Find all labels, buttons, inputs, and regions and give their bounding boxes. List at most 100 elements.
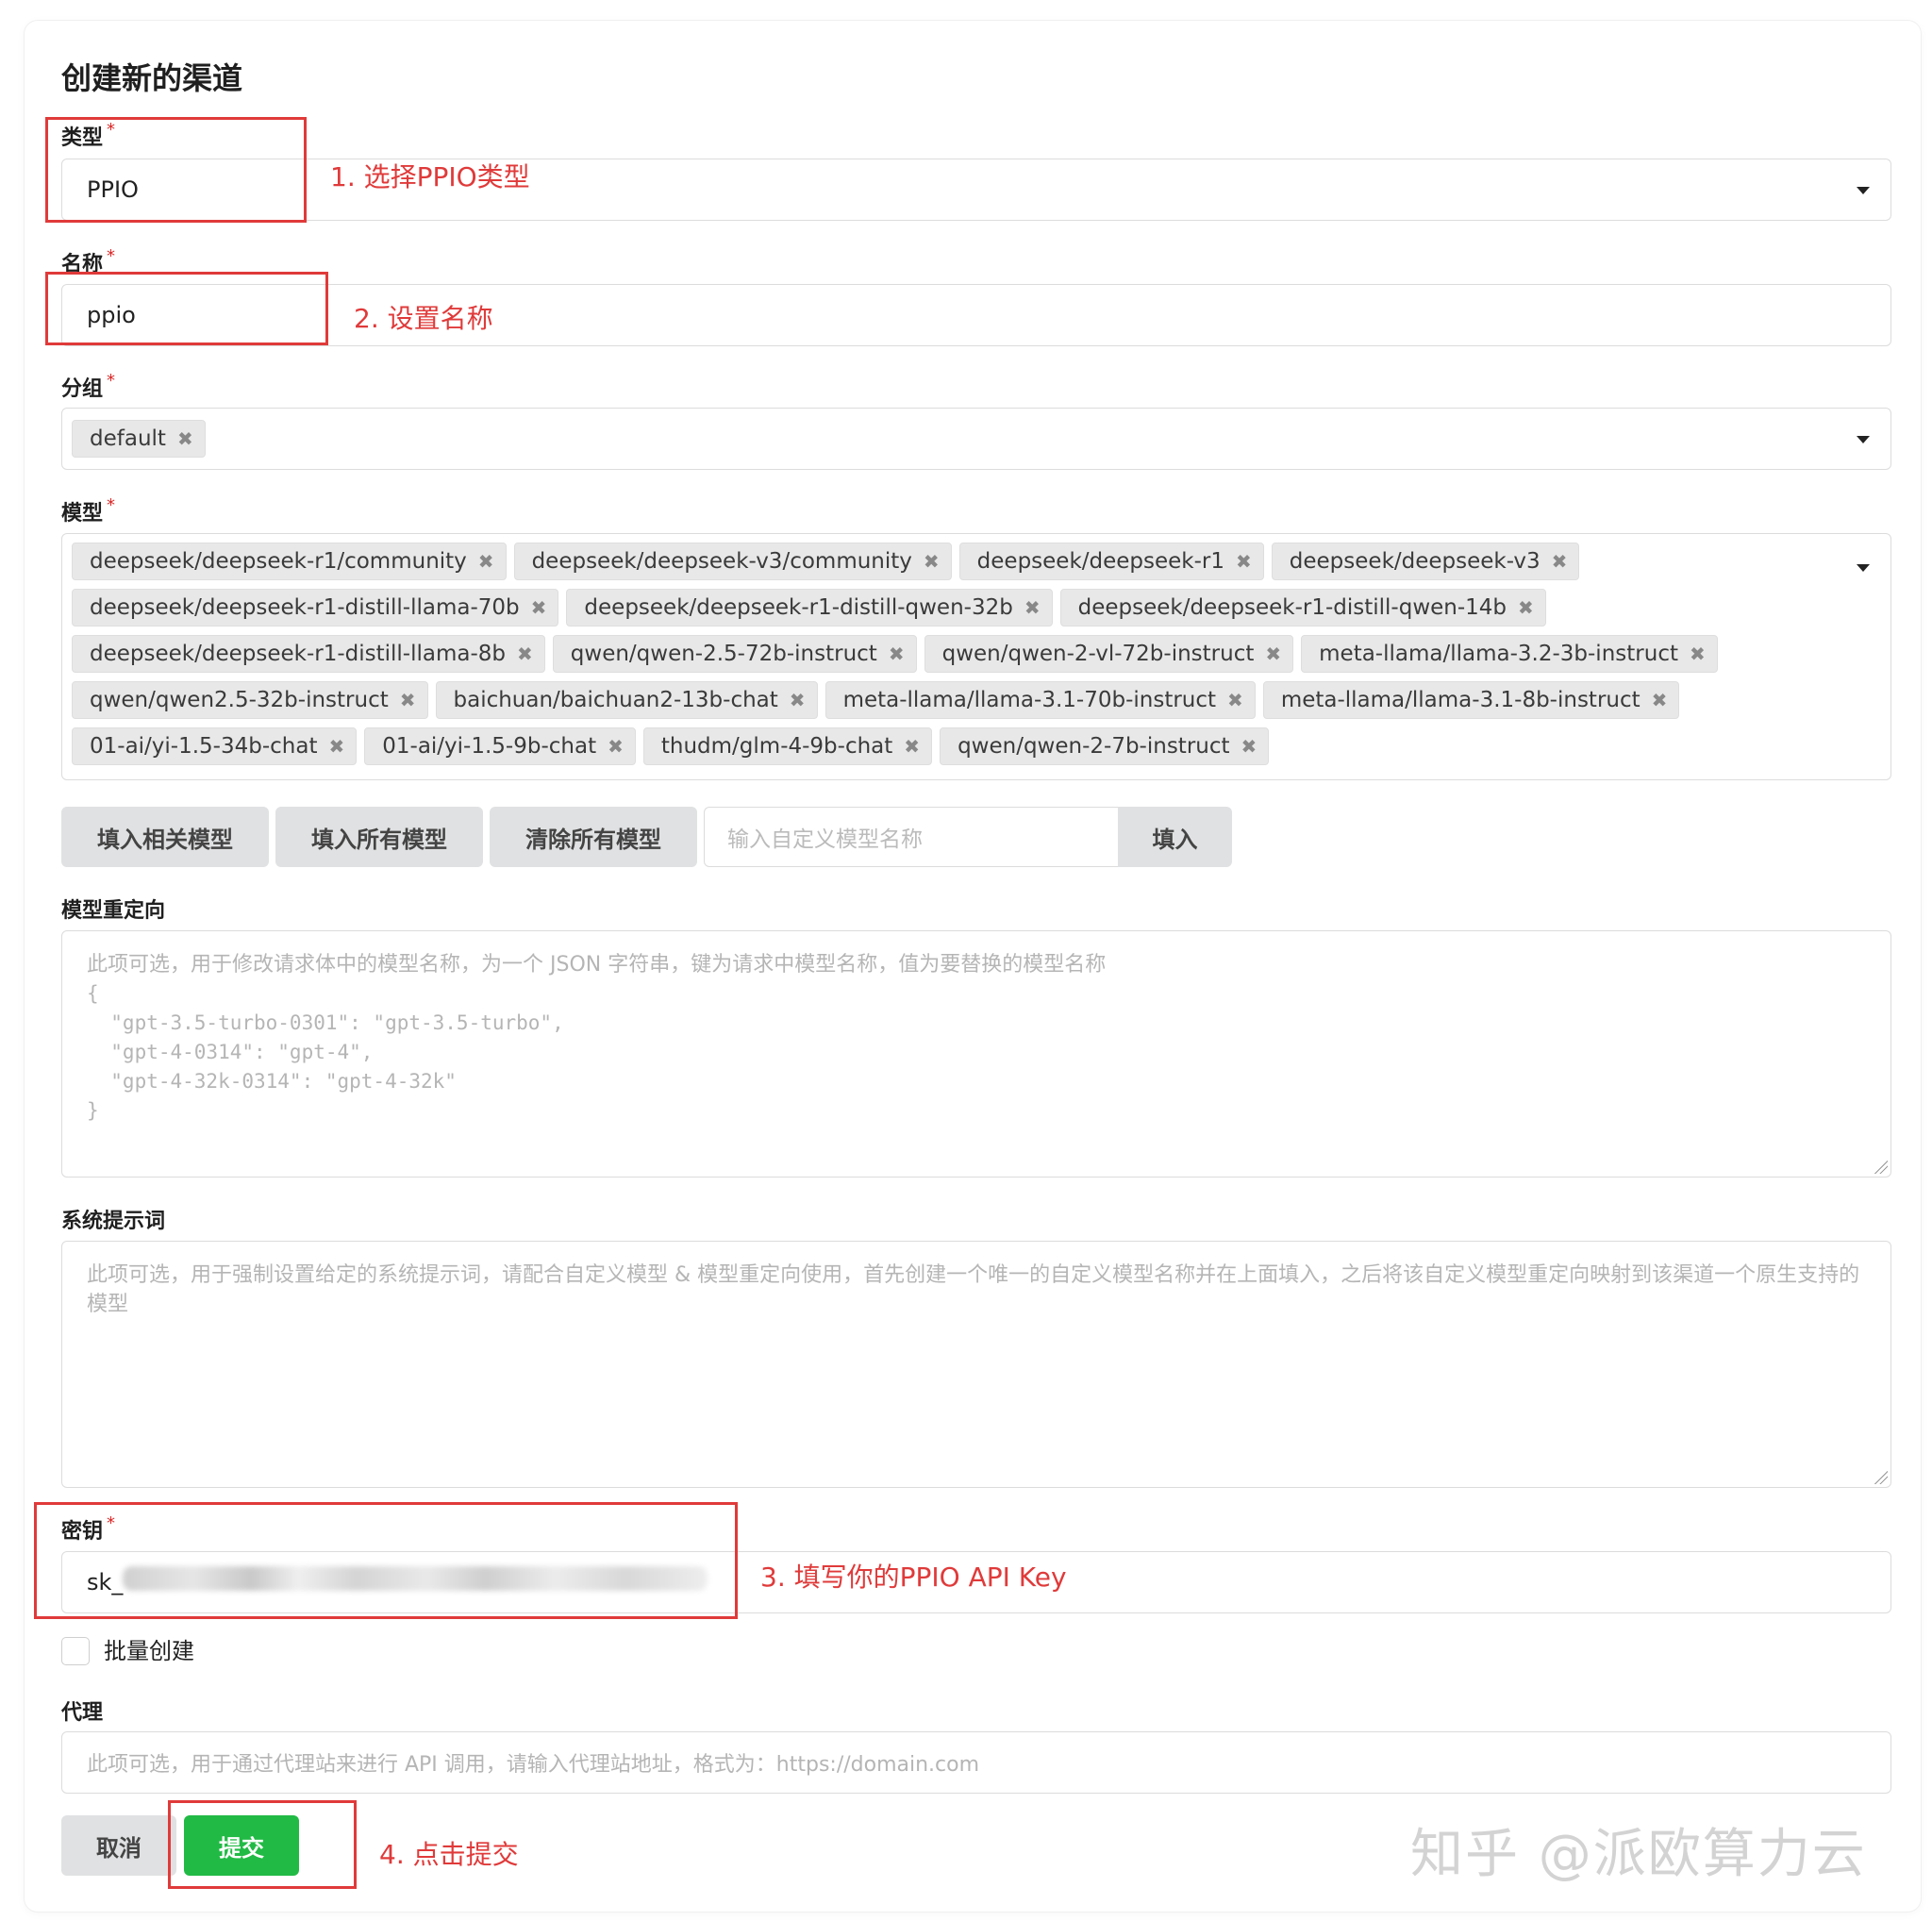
model-chip-label: deepseek/deepseek-r1/community <box>90 549 467 574</box>
models-select[interactable]: deepseek/deepseek-r1/community ✖ deepseek/… <box>61 533 1891 780</box>
resize-handle-icon[interactable] <box>1873 1469 1888 1484</box>
close-icon[interactable]: ✖ <box>608 735 624 758</box>
required-mark: * <box>107 495 116 515</box>
model-chip-label: qwen/qwen-2-7b-instruct <box>958 734 1230 759</box>
annotation-step3: 3. 填写你的PPIO API Key <box>760 1562 1067 1593</box>
custom-model-input[interactable]: 输入自定义模型名称 <box>704 807 1119 867</box>
model-chip[interactable]: thudm/glm-4-9b-chat ✖ <box>642 727 933 765</box>
group-chip-label: default <box>90 426 166 451</box>
model-chip-label: 01-ai/yi-1.5-9b-chat <box>382 734 597 759</box>
annotation-box-submit <box>168 1800 357 1889</box>
group-label: 分组 * <box>61 371 116 402</box>
close-icon[interactable]: ✖ <box>1241 735 1257 758</box>
close-icon[interactable]: ✖ <box>328 735 344 758</box>
close-icon[interactable]: ✖ <box>531 596 547 619</box>
close-icon[interactable]: ✖ <box>400 689 416 711</box>
fill-custom-model-button[interactable]: 填入 <box>1118 807 1232 867</box>
system-prompt-placeholder: 此项可选，用于强制设置给定的系统提示词，请配合自定义模型 & 模型重定向使用，首… <box>87 1263 1860 1316</box>
model-mapping-placeholder-code: { "gpt-3.5-turbo-0301": "gpt-3.5-turbo",… <box>87 982 564 1122</box>
model-chip-label: meta-llama/llama-3.2-3b-instruct <box>1319 642 1678 666</box>
model-chip[interactable]: qwen/qwen-2-vl-72b-instruct ✖ <box>924 635 1294 673</box>
model-mapping-textarea[interactable]: 此项可选，用于修改请求体中的模型名称，为一个 JSON 字符串，键为请求中模型名… <box>61 930 1891 1178</box>
model-chip[interactable]: qwen/qwen-2.5-72b-instruct ✖ <box>552 635 917 673</box>
proxy-input[interactable]: 此项可选，用于通过代理站来进行 API 调用，请输入代理站地址，格式为：http… <box>61 1731 1891 1794</box>
annotation-box-type <box>45 117 307 223</box>
model-chip[interactable]: deepseek/deepseek-r1-distill-llama-70b ✖ <box>72 589 559 626</box>
model-chip[interactable]: qwen/qwen-2-7b-instruct ✖ <box>940 727 1270 765</box>
system-prompt-textarea[interactable]: 此项可选，用于强制设置给定的系统提示词，请配合自定义模型 & 模型重定向使用，首… <box>61 1241 1891 1488</box>
model-mapping-label: 模型重定向 <box>61 899 166 923</box>
close-icon[interactable]: ✖ <box>1227 689 1243 711</box>
close-icon[interactable]: ✖ <box>1024 596 1041 619</box>
model-chip-label: meta-llama/llama-3.1-8b-instruct <box>1280 688 1641 712</box>
annotation-box-name <box>45 272 328 345</box>
model-chip-list: deepseek/deepseek-r1/community ✖ deepseek/… <box>72 543 1806 765</box>
close-icon[interactable]: ✖ <box>924 550 940 573</box>
cancel-button[interactable]: 取消 <box>61 1815 176 1876</box>
model-chip-label: qwen/qwen2.5-32b-instruct <box>90 688 389 712</box>
model-chip-label: thudm/glm-4-9b-chat <box>660 734 893 759</box>
model-chip-label: deepseek/deepseek-r1-distill-qwen-32b <box>584 595 1013 620</box>
model-chip-label: 01-ai/yi-1.5-34b-chat <box>90 734 318 759</box>
model-chip-label: deepseek/deepseek-r1-distill-llama-8b <box>90 642 507 666</box>
close-icon[interactable]: ✖ <box>1518 596 1534 619</box>
close-icon[interactable]: ✖ <box>1552 550 1568 573</box>
fill-related-models-button[interactable]: 填入相关模型 <box>61 807 269 867</box>
page-title: 创建新的渠道 <box>61 60 243 96</box>
annotation-step2: 2. 设置名称 <box>354 303 493 334</box>
name-input[interactable]: ppio <box>61 284 1891 346</box>
model-chip[interactable]: 01-ai/yi-1.5-34b-chat ✖ <box>72 727 358 765</box>
close-icon[interactable]: ✖ <box>177 427 193 450</box>
close-icon[interactable]: ✖ <box>478 550 494 573</box>
proxy-label: 代理 <box>61 1701 104 1725</box>
watermark: 知乎 @派欧算力云 <box>1410 1824 1867 1885</box>
close-icon[interactable]: ✖ <box>517 643 533 665</box>
model-chip-label: deepseek/deepseek-r1-distill-qwen-14b <box>1077 595 1507 620</box>
close-icon[interactable]: ✖ <box>1265 643 1281 665</box>
model-chip[interactable]: qwen/qwen2.5-32b-instruct ✖ <box>72 681 428 719</box>
model-chip[interactable]: deepseek/deepseek-r1-distill-qwen-14b ✖ <box>1059 589 1546 626</box>
annotation-step1: 1. 选择PPIO类型 <box>330 161 530 192</box>
model-mapping-placeholder: 此项可选，用于修改请求体中的模型名称，为一个 JSON 字符串，键为请求中模型名… <box>87 953 1107 977</box>
model-chip[interactable]: deepseek/deepseek-r1/community ✖ <box>72 543 507 580</box>
close-icon[interactable]: ✖ <box>1236 550 1252 573</box>
models-label: 模型 * <box>61 495 116 526</box>
batch-create-label: 批量创建 <box>104 1638 194 1664</box>
required-mark: * <box>107 371 116 391</box>
chevron-down-icon <box>1857 187 1870 194</box>
close-icon[interactable]: ✖ <box>790 689 806 711</box>
required-mark: * <box>107 246 116 266</box>
model-chip[interactable]: baichuan/baichuan2-13b-chat ✖ <box>435 681 818 719</box>
close-icon[interactable]: ✖ <box>889 643 905 665</box>
model-chip-label: deepseek/deepseek-v3/community <box>531 549 912 574</box>
model-chip[interactable]: meta-llama/llama-3.1-8b-instruct ✖ <box>1262 681 1680 719</box>
group-select[interactable]: default ✖ <box>61 408 1891 470</box>
model-chip[interactable]: deepseek/deepseek-v3 ✖ <box>1271 543 1580 580</box>
group-chip[interactable]: default ✖ <box>72 420 206 458</box>
chevron-down-icon <box>1857 564 1870 572</box>
chevron-down-icon <box>1857 436 1870 443</box>
annotation-step4: 4. 点击提交 <box>379 1839 519 1870</box>
resize-handle-icon[interactable] <box>1873 1159 1888 1174</box>
model-chip-label: qwen/qwen-2-vl-72b-instruct <box>941 642 1255 666</box>
model-chip[interactable]: meta-llama/llama-3.1-70b-instruct ✖ <box>824 681 1256 719</box>
models-label-text: 模型 <box>61 502 104 526</box>
model-chip[interactable]: 01-ai/yi-1.5-9b-chat ✖ <box>364 727 636 765</box>
group-label-text: 分组 <box>61 377 104 401</box>
model-chip-label: qwen/qwen-2.5-72b-instruct <box>570 642 877 666</box>
fill-all-models-button[interactable]: 填入所有模型 <box>275 807 483 867</box>
close-icon[interactable]: ✖ <box>1690 643 1706 665</box>
clear-all-models-button[interactable]: 清除所有模型 <box>490 807 697 867</box>
model-chip-label: meta-llama/llama-3.1-70b-instruct <box>842 688 1217 712</box>
close-icon[interactable]: ✖ <box>1652 689 1668 711</box>
model-chip[interactable]: meta-llama/llama-3.2-3b-instruct ✖ <box>1301 635 1718 673</box>
model-chip-label: baichuan/baichuan2-13b-chat <box>453 688 778 712</box>
model-chip-label: deepseek/deepseek-r1 <box>976 549 1225 574</box>
close-icon[interactable]: ✖ <box>904 735 920 758</box>
batch-create-checkbox[interactable] <box>61 1637 90 1665</box>
model-chip[interactable]: deepseek/deepseek-r1-distill-qwen-32b ✖ <box>566 589 1053 626</box>
model-chip[interactable]: deepseek/deepseek-v3/community ✖ <box>513 543 952 580</box>
model-chip-label: deepseek/deepseek-v3 <box>1289 549 1541 574</box>
model-chip[interactable]: deepseek/deepseek-r1 ✖ <box>958 543 1264 580</box>
model-chip[interactable]: deepseek/deepseek-r1-distill-llama-8b ✖ <box>72 635 545 673</box>
